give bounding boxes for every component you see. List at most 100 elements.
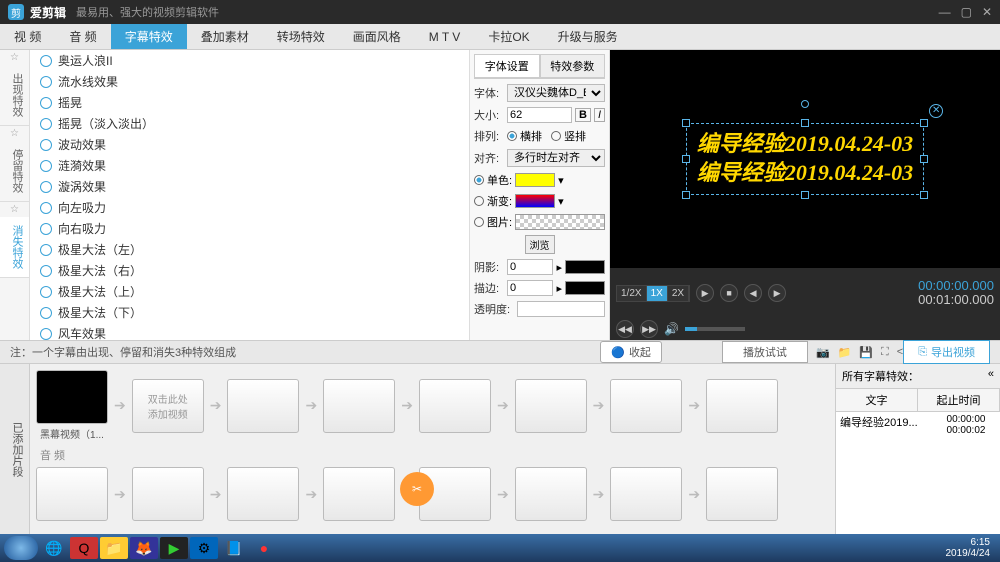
close-button[interactable]: ✕ [982, 5, 992, 19]
tab-audio[interactable]: 音 频 [55, 24, 110, 49]
tab-video[interactable]: 视 频 [0, 24, 55, 49]
taskbar-ie-icon[interactable]: 🌐 [40, 537, 68, 559]
stroke-input[interactable] [507, 280, 553, 296]
empty-audio-slot[interactable] [36, 467, 108, 521]
volume-icon[interactable]: 🔊 [664, 322, 679, 336]
volume-slider[interactable] [685, 327, 745, 331]
size-input[interactable] [507, 107, 572, 123]
effect-item[interactable]: 风车效果 [30, 323, 469, 340]
system-tray[interactable]: 6:152019/4/24 [946, 537, 997, 559]
resize-handle[interactable] [682, 119, 690, 127]
tab-mtv[interactable]: M T V [415, 24, 475, 49]
prev-frame-button[interactable]: ◀ [744, 284, 762, 302]
effect-item[interactable]: 涟漪效果 [30, 155, 469, 176]
effect-item[interactable]: 向右吸力 [30, 218, 469, 239]
empty-audio-slot[interactable] [610, 467, 682, 521]
folder-icon[interactable]: 📁 [838, 346, 852, 359]
prop-tab-fx[interactable]: 特效参数 [540, 54, 606, 78]
delete-text-button[interactable]: ✕ [929, 104, 943, 118]
arrange-h-radio[interactable] [507, 131, 517, 141]
effect-item[interactable]: 摇晃 [30, 92, 469, 113]
tab-subtitle-fx[interactable]: 字幕特效 [111, 24, 187, 49]
align-select[interactable]: 多行时左对齐 [507, 149, 605, 167]
empty-clip-slot[interactable] [706, 379, 778, 433]
snapshot-icon[interactable]: 📷 [816, 346, 830, 359]
gradient-swatch[interactable] [515, 194, 555, 208]
italic-button[interactable]: I [594, 108, 605, 122]
col-time[interactable]: 起止时间 [918, 389, 1000, 411]
clip-thumbnail[interactable] [36, 370, 108, 424]
resize-handle[interactable] [920, 155, 928, 163]
dropdown-icon[interactable]: ▾ [558, 195, 564, 208]
stroke-color[interactable] [565, 281, 605, 295]
dropdown-icon[interactable]: ▸ [556, 261, 562, 274]
effect-item[interactable]: 向左吸力 [30, 197, 469, 218]
stop-button[interactable]: ■ [720, 284, 738, 302]
effect-item[interactable]: 极星大法（左） [30, 239, 469, 260]
color-solid-radio[interactable] [474, 175, 484, 185]
speed-half[interactable]: 1/2X [617, 286, 647, 301]
opacity-input[interactable] [517, 301, 605, 317]
add-clip-slot[interactable]: 双击此处添加视频 [132, 379, 204, 433]
tab-karaoke[interactable]: 卡拉OK [474, 24, 543, 49]
empty-audio-slot[interactable] [132, 467, 204, 521]
bold-button[interactable]: B [575, 108, 591, 122]
resize-handle[interactable] [682, 155, 690, 163]
solid-color-swatch[interactable] [515, 173, 555, 187]
shadow-input[interactable] [507, 259, 553, 275]
tab-overlay[interactable]: 叠加素材 [187, 24, 263, 49]
subtitle-row[interactable]: 编导经验2019... 00:00:0000:00:02 [836, 412, 1000, 438]
cut-button[interactable]: ✂ [400, 472, 434, 506]
effect-item[interactable]: 极星大法（上） [30, 281, 469, 302]
resize-handle[interactable] [920, 191, 928, 199]
taskbar-app-icon[interactable]: 📁 [100, 537, 128, 559]
resize-handle[interactable] [682, 191, 690, 199]
resize-handle[interactable] [801, 191, 809, 199]
effect-item[interactable]: 极星大法（下） [30, 302, 469, 323]
effect-list[interactable]: 奥运人浪II 流水线效果 摇晃 摇晃（淡入淡出） 波动效果 涟漪效果 漩涡效果 … [30, 50, 470, 340]
play-preview-button[interactable]: 播放试试 [722, 341, 808, 363]
tab-style[interactable]: 画面风格 [339, 24, 415, 49]
tab-transition[interactable]: 转场特效 [263, 24, 339, 49]
empty-clip-slot[interactable] [515, 379, 587, 433]
minimize-button[interactable]: — [939, 5, 951, 19]
dropdown-icon[interactable]: ▸ [556, 282, 562, 295]
export-button[interactable]: ⎘导出视频 [903, 340, 990, 364]
color-image-radio[interactable] [474, 217, 484, 227]
browse-button[interactable]: 浏览 [525, 235, 555, 254]
effect-item[interactable]: 极星大法（右） [30, 260, 469, 281]
taskbar-firefox-icon[interactable]: 🦊 [130, 537, 158, 559]
dropdown-icon[interactable]: ▾ [558, 174, 564, 187]
empty-audio-slot[interactable] [706, 467, 778, 521]
fullscreen-icon[interactable]: ⛶ [881, 346, 889, 359]
image-swatch[interactable] [515, 214, 605, 230]
col-text[interactable]: 文字 [836, 389, 918, 411]
preview-canvas[interactable]: ✕ 编导经验2019.04.24-03 编导经验2019.04.24-03 [610, 50, 1000, 268]
taskbar-app-icon[interactable]: Q [70, 537, 98, 559]
effect-item[interactable]: 摇晃（淡入淡出） [30, 113, 469, 134]
arrange-v-radio[interactable] [551, 131, 561, 141]
empty-audio-slot[interactable] [323, 467, 395, 521]
color-gradient-radio[interactable] [474, 196, 484, 206]
side-tab-disappear[interactable]: 消失特效 [0, 217, 29, 278]
timeline-tracks[interactable]: 黑幕视频（1... ➔ 双击此处添加视频 ➔ ➔ ➔ ➔ ➔ ➔ 音 频 ➔ ➔… [30, 364, 835, 534]
rewind-button[interactable]: ◀◀ [616, 320, 634, 338]
speed-2x[interactable]: 2X [668, 286, 689, 301]
tab-upgrade[interactable]: 升级与服务 [544, 24, 632, 49]
effect-item[interactable]: 流水线效果 [30, 71, 469, 92]
collapse-icon[interactable]: « [988, 368, 994, 384]
empty-clip-slot[interactable] [610, 379, 682, 433]
effect-item[interactable]: 奥运人浪II [30, 50, 469, 71]
rotate-handle[interactable] [801, 100, 809, 108]
prop-tab-font[interactable]: 字体设置 [474, 54, 540, 78]
taskbar-app-icon[interactable]: ⚙ [190, 537, 218, 559]
speed-1x[interactable]: 1X [647, 286, 668, 301]
ffwd-button[interactable]: ▶▶ [640, 320, 658, 338]
taskbar-record-icon[interactable]: ● [250, 537, 278, 559]
taskbar-app-icon[interactable]: ▶ [160, 537, 188, 559]
side-tab-appear[interactable]: 出现特效 [0, 65, 29, 126]
collapse-button[interactable]: 🔵收起 [600, 341, 662, 363]
taskbar-app-icon[interactable]: 📘 [220, 537, 248, 559]
next-frame-button[interactable]: ▶ [768, 284, 786, 302]
empty-clip-slot[interactable] [227, 379, 299, 433]
